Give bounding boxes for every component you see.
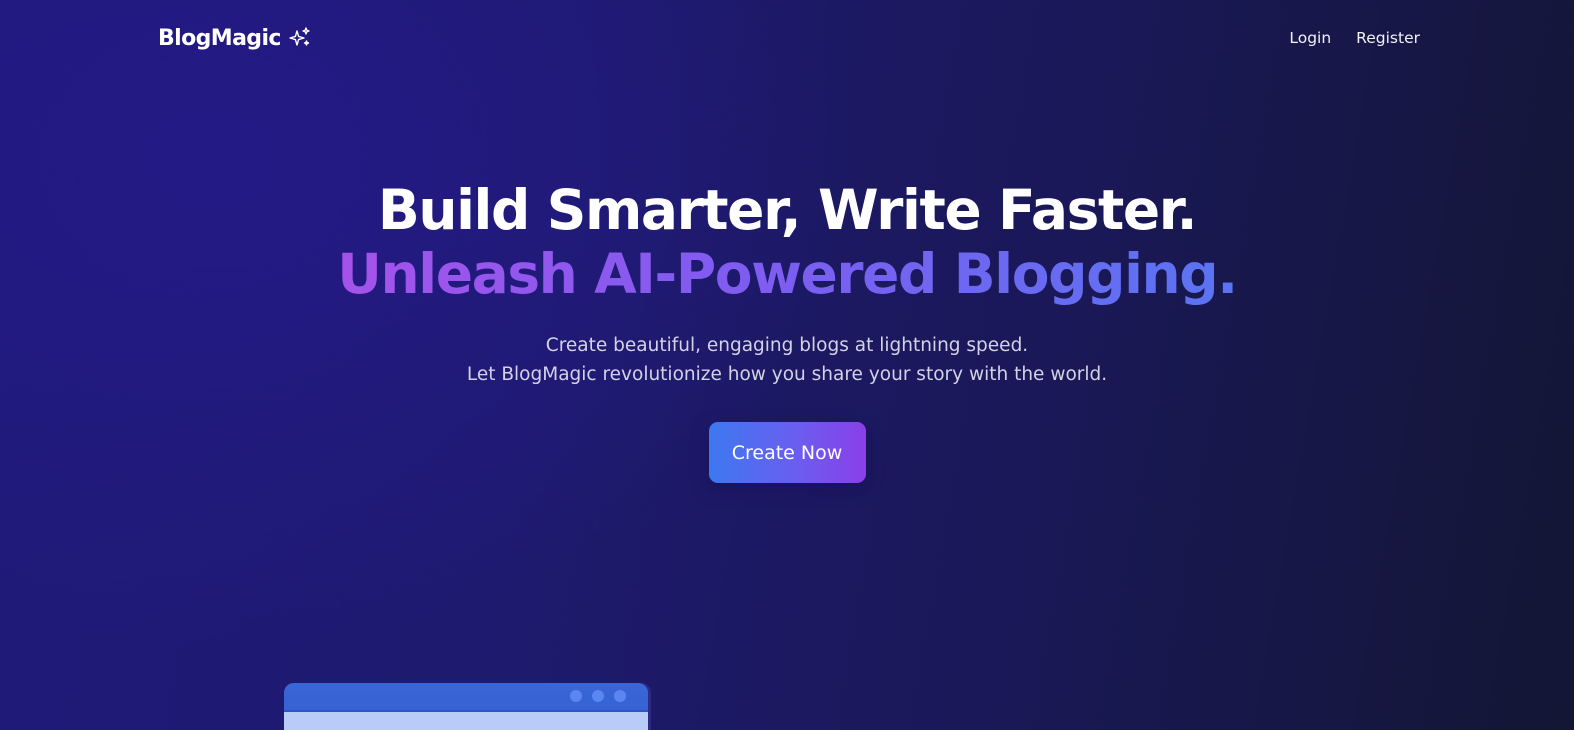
- mockup-titlebar: [284, 683, 648, 710]
- brand-name: BlogMagic: [158, 25, 281, 51]
- sparkles-icon: [288, 26, 312, 50]
- window-dot-icon: [570, 690, 582, 702]
- hero-subtitle-line-2: Let BlogMagic revolutionize how you shar…: [466, 364, 1108, 385]
- brand-logo[interactable]: BlogMagic: [158, 26, 312, 51]
- register-link[interactable]: Register: [1356, 29, 1420, 47]
- nav-links: Login Register: [1289, 29, 1420, 47]
- top-navbar: BlogMagic Login Register: [158, 22, 1420, 54]
- landing-page: BlogMagic Login Register Build Smarter, …: [0, 0, 1574, 730]
- hero-subtitle-line-1: Create beautiful, engaging blogs at ligh…: [545, 335, 1029, 356]
- create-now-button[interactable]: Create Now: [708, 422, 866, 483]
- hero-subtitle: Create beautiful, engaging blogs at ligh…: [0, 331, 1574, 389]
- window-dot-icon: [592, 690, 604, 702]
- window-dot-icon: [614, 690, 626, 702]
- hero-title: Build Smarter, Write Faster.: [377, 178, 1198, 242]
- app-preview-mockup: [284, 683, 648, 730]
- login-link[interactable]: Login: [1289, 29, 1331, 47]
- mockup-content-area: [284, 710, 648, 730]
- mockup-window-dots: [570, 690, 626, 702]
- cta-wrapper: Create Now: [0, 422, 1574, 483]
- hero-section: Build Smarter, Write Faster. Unleash AI-…: [0, 178, 1574, 483]
- hero-gradient-title: Unleash AI-Powered Blogging.: [337, 242, 1238, 306]
